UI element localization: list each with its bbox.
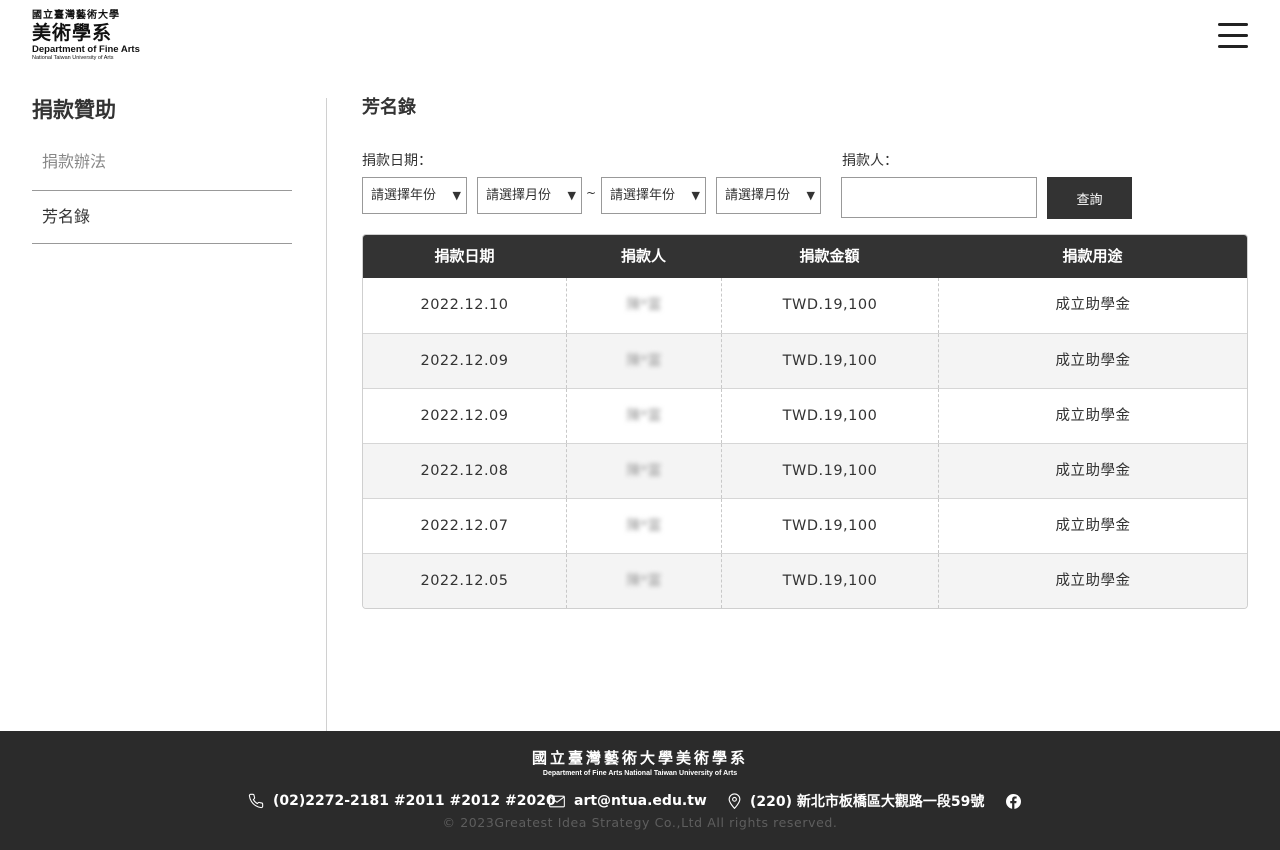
- column-header-donor: 捐款人: [620, 247, 666, 265]
- chevron-down-icon: ▼: [691, 189, 700, 202]
- table-header: 捐款日期 捐款人 捐款金額 捐款用途: [363, 235, 1247, 278]
- donor-name-blurred: 陳*富: [626, 353, 662, 369]
- donor-filter-label: 捐款人：: [842, 153, 898, 169]
- start-year-select[interactable]: 請選擇年份 ▼: [362, 177, 467, 214]
- hamburger-icon[interactable]: [1218, 23, 1248, 49]
- cell-amount: TWD.19,100: [721, 334, 938, 388]
- donor-name-blurred: 陳*富: [626, 408, 662, 424]
- copyright: © 2023Greatest Idea Strategy Co.,Ltd All…: [442, 815, 838, 830]
- cell-date: 2022.12.09: [420, 408, 509, 424]
- cell-donor: 陳*富: [566, 389, 721, 443]
- table-row: 2022.12.08 陳*富 TWD.19,100 成立助學金: [363, 443, 1247, 498]
- footer-email[interactable]: art@ntua.edu.tw: [549, 791, 707, 811]
- cell-date: 2022.12.10: [420, 297, 509, 313]
- footer-logo-cn: 國立臺灣藝術大學美術學系: [531, 749, 748, 767]
- cell-purpose: 成立助學金: [938, 389, 1247, 443]
- logo-department-en: Department of Fine Arts: [32, 44, 140, 55]
- cell-donor: 陳*富: [566, 444, 721, 498]
- column-header-amount: 捐款金額: [799, 247, 860, 265]
- cell-amount: TWD.19,100: [721, 554, 938, 608]
- cell-donor: 陳*富: [566, 334, 721, 388]
- logo-department-name: 美術學系: [32, 22, 113, 44]
- donor-name-blurred: 陳*富: [626, 518, 662, 534]
- table-row: 2022.12.09 陳*富 TWD.19,100 成立助學金: [363, 333, 1247, 388]
- date-range-separator: ~: [586, 186, 597, 200]
- column-header-purpose: 捐款用途: [1062, 247, 1123, 265]
- cell-purpose: 成立助學金: [938, 334, 1247, 388]
- end-month-value: 請選擇月份: [725, 188, 791, 203]
- site-header: 國立臺灣藝術大學 美術學系 Department of Fine Arts Na…: [0, 0, 1280, 75]
- sidebar-item-donation-method[interactable]: 捐款辦法: [32, 146, 292, 191]
- cell-purpose: 成立助學金: [938, 499, 1247, 553]
- table-row: 2022.12.07 陳*富 TWD.19,100 成立助學金: [363, 498, 1247, 553]
- cell-amount: TWD.19,100: [721, 278, 938, 333]
- cell-date: 2022.12.08: [420, 463, 509, 479]
- donor-name-blurred: 陳*富: [626, 297, 662, 313]
- footer-address: (220) 新北市板橋區大觀路一段59號: [728, 791, 984, 811]
- mail-icon: [549, 795, 565, 807]
- date-filter-label: 捐款日期：: [362, 153, 432, 169]
- sidebar-menu: 捐款辦法 芳名錄: [32, 146, 292, 244]
- logo-university-en: National Taiwan University of Arts: [32, 55, 114, 61]
- location-pin-icon: [728, 793, 741, 809]
- cell-date: 2022.12.07: [420, 518, 509, 534]
- table-body: 2022.12.10 陳*富 TWD.19,100 成立助學金 2022.12.…: [363, 278, 1247, 608]
- cell-donor: 陳*富: [566, 278, 721, 333]
- column-header-date: 捐款日期: [434, 247, 495, 265]
- chevron-down-icon: ▼: [452, 189, 461, 202]
- sidebar: 捐款贊助 捐款辦法 芳名錄: [32, 95, 292, 244]
- footer-logo-en: Department of Fine Arts National Taiwan …: [542, 770, 738, 777]
- cell-purpose: 成立助學金: [938, 554, 1247, 608]
- end-year-select[interactable]: 請選擇年份 ▼: [601, 177, 706, 214]
- sidebar-item-donor-list[interactable]: 芳名錄: [32, 191, 292, 244]
- start-year-value: 請選擇年份: [371, 188, 437, 203]
- end-year-value: 請選擇年份: [610, 188, 676, 203]
- start-month-select[interactable]: 請選擇月份 ▼: [477, 177, 582, 214]
- table-row: 2022.12.09 陳*富 TWD.19,100 成立助學金: [363, 388, 1247, 443]
- footer-phone-text: (02)2272-2181 #2011 #2012 #2020: [273, 793, 556, 809]
- query-button[interactable]: 查詢: [1047, 177, 1132, 219]
- donor-table: 捐款日期 捐款人 捐款金額 捐款用途 2022.12.10 陳*富 TWD.19…: [362, 234, 1248, 609]
- cell-date: 2022.12.09: [420, 353, 509, 369]
- page-title: 芳名錄: [362, 97, 416, 118]
- logo-university-name: 國立臺灣藝術大學: [32, 10, 120, 21]
- footer-email-text: art@ntua.edu.tw: [574, 793, 707, 809]
- start-month-value: 請選擇月份: [486, 188, 552, 203]
- cell-amount: TWD.19,100: [721, 499, 938, 553]
- site-footer: 國立臺灣藝術大學美術學系 Department of Fine Arts Nat…: [0, 731, 1280, 850]
- cell-amount: TWD.19,100: [721, 444, 938, 498]
- cell-date: 2022.12.05: [420, 573, 509, 589]
- donor-name-blurred: 陳*富: [626, 463, 662, 479]
- chevron-down-icon: ▼: [567, 189, 576, 202]
- donor-name-blurred: 陳*富: [626, 573, 662, 589]
- footer-address-text: (220) 新北市板橋區大觀路一段59號: [750, 794, 985, 810]
- donor-name-input[interactable]: [841, 177, 1037, 218]
- sidebar-divider: [326, 98, 327, 731]
- phone-icon: [248, 793, 264, 809]
- facebook-icon[interactable]: [1006, 791, 1030, 811]
- table-row: 2022.12.05 陳*富 TWD.19,100 成立助學金: [363, 553, 1247, 608]
- site-logo[interactable]: 國立臺灣藝術大學 美術學系 Department of Fine Arts Na…: [32, 10, 142, 64]
- cell-amount: TWD.19,100: [721, 389, 938, 443]
- table-row: 2022.12.10 陳*富 TWD.19,100 成立助學金: [363, 278, 1247, 333]
- cell-donor: 陳*富: [566, 499, 721, 553]
- sidebar-title: 捐款贊助: [32, 98, 116, 122]
- cell-donor: 陳*富: [566, 554, 721, 608]
- cell-purpose: 成立助學金: [938, 278, 1247, 333]
- cell-purpose: 成立助學金: [938, 444, 1247, 498]
- chevron-down-icon: ▼: [806, 189, 815, 202]
- footer-phone[interactable]: (02)2272-2181 #2011 #2012 #2020: [248, 791, 556, 811]
- end-month-select[interactable]: 請選擇月份 ▼: [716, 177, 821, 214]
